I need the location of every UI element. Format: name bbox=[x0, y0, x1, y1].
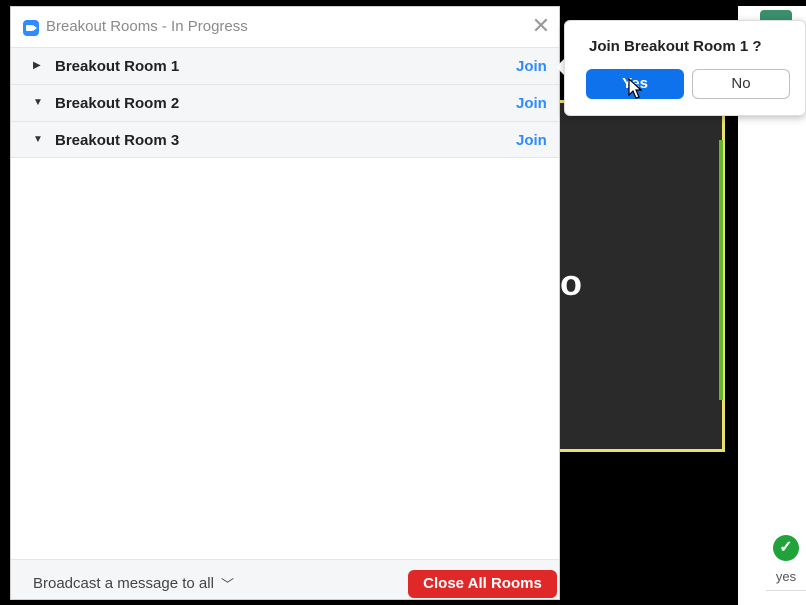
broadcast-dropdown[interactable]: Broadcast a message to all bbox=[33, 575, 214, 592]
join-confirm-popup: Join Breakout Room 1 ? Yes No bbox=[564, 20, 806, 116]
divider bbox=[766, 590, 806, 591]
checkmark-icon: ✓ bbox=[773, 535, 799, 561]
window-title: Breakout Rooms - In Progress bbox=[46, 18, 248, 35]
close-icon[interactable]: ✕ bbox=[531, 15, 551, 37]
room-name: Breakout Room 1 bbox=[55, 58, 180, 75]
join-room-1-button[interactable]: Join bbox=[516, 58, 547, 75]
breakout-rooms-window: Breakout Rooms - In Progress ✕ ▶ Breakou… bbox=[10, 6, 560, 600]
join-room-3-button[interactable]: Join bbox=[516, 132, 547, 149]
close-all-rooms-button[interactable]: Close All Rooms bbox=[408, 570, 557, 598]
video-tile-text: o bbox=[560, 262, 582, 303]
window-titlebar: Breakout Rooms - In Progress ✕ bbox=[11, 7, 559, 47]
room-row-2[interactable]: ▼ Breakout Room 2 Join bbox=[11, 84, 559, 121]
caret-right-icon[interactable]: ▶ bbox=[33, 60, 41, 71]
window-footer: Broadcast a message to all ﹀ Close All R… bbox=[11, 559, 559, 599]
caret-down-icon[interactable]: ▼ bbox=[33, 97, 43, 108]
chevron-down-icon[interactable]: ﹀ bbox=[221, 574, 234, 593]
mouse-cursor-icon bbox=[628, 78, 643, 99]
active-speaker-border bbox=[719, 140, 723, 400]
reaction-label: yes bbox=[775, 569, 797, 584]
zoom-video-icon bbox=[23, 20, 39, 36]
room-row-3[interactable]: ▼ Breakout Room 3 Join bbox=[11, 121, 559, 158]
room-row-1[interactable]: ▶ Breakout Room 1 Join bbox=[11, 47, 559, 84]
no-button[interactable]: No bbox=[692, 69, 790, 99]
room-name: Breakout Room 2 bbox=[55, 95, 180, 112]
caret-down-icon[interactable]: ▼ bbox=[33, 134, 43, 145]
room-name: Breakout Room 3 bbox=[55, 132, 180, 149]
confirm-question: Join Breakout Room 1 ? bbox=[589, 38, 762, 55]
join-room-2-button[interactable]: Join bbox=[516, 95, 547, 112]
